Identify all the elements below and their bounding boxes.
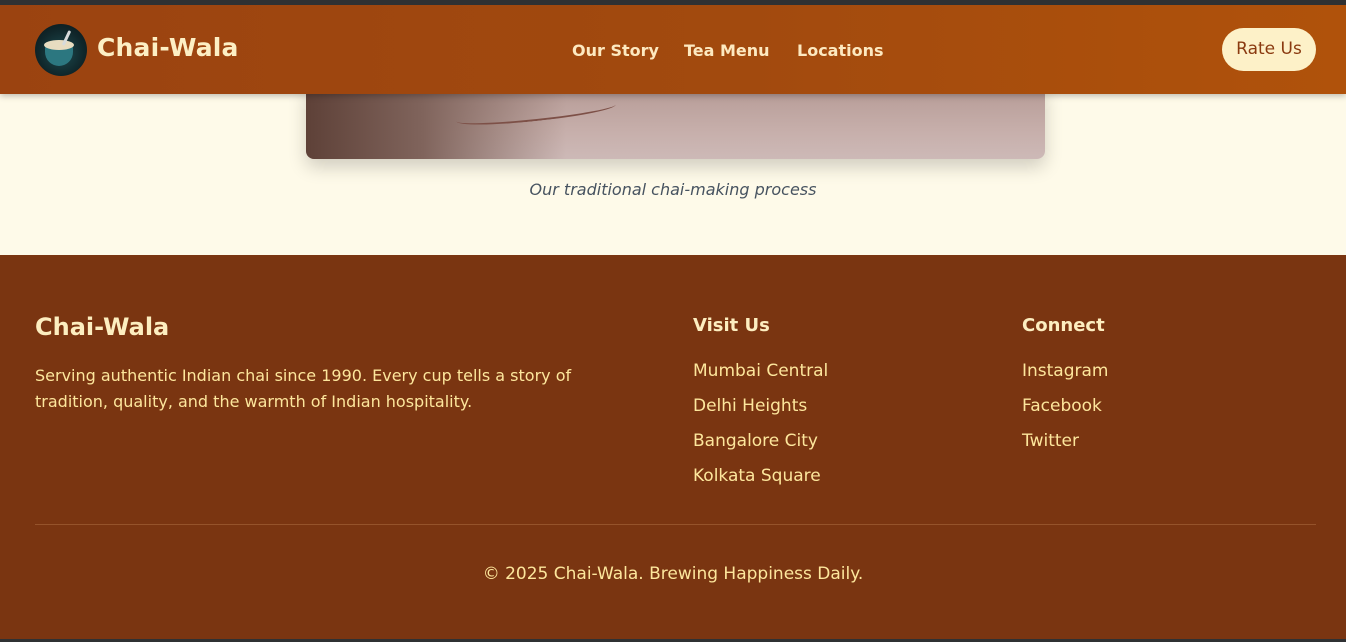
chai-process-photo [306, 85, 1045, 159]
chai-cup-logo-icon[interactable] [35, 24, 87, 76]
footer-visit-heading: Visit Us [693, 315, 770, 336]
nav-locations[interactable]: Locations [797, 41, 884, 60]
page: Chai-Wala Our Story Tea Menu Locations R… [0, 5, 1346, 639]
footer-locations-list: Mumbai Central Delhi Heights Bangalore C… [693, 361, 828, 501]
footer-connect-heading: Connect [1022, 315, 1105, 336]
footer-location-link[interactable]: Bangalore City [693, 431, 828, 466]
photo-caption: Our traditional chai-making process [529, 180, 817, 199]
footer-copyright: © 2025 Chai-Wala. Brewing Happiness Dail… [482, 564, 864, 584]
footer-social-twitter[interactable]: Twitter [1022, 431, 1109, 466]
site-header: Chai-Wala Our Story Tea Menu Locations R… [0, 5, 1346, 94]
footer-location-link[interactable]: Mumbai Central [693, 361, 828, 396]
footer-location-link[interactable]: Kolkata Square [693, 466, 828, 501]
footer-social-facebook[interactable]: Facebook [1022, 396, 1109, 431]
site-footer: Chai-Wala Serving authentic Indian chai … [0, 255, 1346, 639]
rate-us-button[interactable]: Rate Us [1222, 28, 1316, 71]
brand-name[interactable]: Chai-Wala [97, 33, 239, 62]
footer-social-instagram[interactable]: Instagram [1022, 361, 1109, 396]
logo-tea [44, 40, 74, 50]
nav-our-story[interactable]: Our Story [572, 41, 659, 60]
footer-brand: Chai-Wala [35, 313, 170, 341]
footer-about-text: Serving authentic Indian chai since 1990… [35, 366, 572, 411]
nav-tea-menu[interactable]: Tea Menu [684, 41, 770, 60]
footer-location-link[interactable]: Delhi Heights [693, 396, 828, 431]
photo-shadow [306, 85, 566, 159]
footer-social-list: Instagram Facebook Twitter [1022, 361, 1109, 466]
footer-divider [35, 524, 1316, 525]
